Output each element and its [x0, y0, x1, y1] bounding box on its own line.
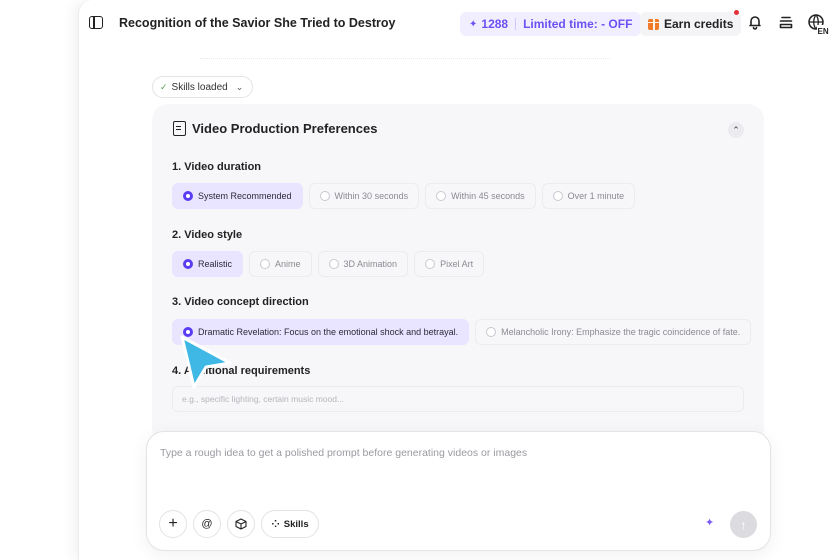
question-label: 3. Video concept direction	[172, 296, 309, 308]
earn-credits-label: Earn credits	[664, 17, 734, 31]
input-placeholder: e.g., specific lighting, certain music m…	[182, 394, 345, 404]
cube-icon[interactable]	[227, 510, 255, 538]
skills-loaded-label: Skills loaded	[171, 81, 228, 93]
outer-backdrop	[0, 0, 78, 560]
card-title: Video Production Preferences	[192, 121, 378, 136]
plus-icon[interactable]: +	[159, 510, 187, 538]
divider	[515, 18, 517, 30]
globe-language-icon[interactable]: EN	[807, 13, 829, 35]
option-within-30-seconds[interactable]: Within 30 seconds	[308, 183, 420, 209]
question-label: 1. Video duration	[172, 161, 262, 173]
option-within-45-seconds[interactable]: Within 45 seconds	[425, 183, 536, 209]
additional-requirements-input[interactable]: e.g., specific lighting, certain music m…	[172, 386, 744, 412]
skills-button[interactable]: ⁘ Skills	[261, 510, 319, 538]
radio-selected-icon	[183, 259, 193, 269]
option-melancholic-irony[interactable]: Melancholic Irony: Emphasize the tragic …	[475, 319, 752, 345]
arrow-up-icon[interactable]: ↑	[730, 511, 757, 538]
card-header: Video Production Preferences	[173, 121, 377, 136]
language-badge: EN	[818, 27, 829, 35]
question-label: 2. Video style	[172, 229, 243, 241]
chevron-up-icon[interactable]: ⌃	[728, 122, 744, 138]
page-title: Recognition of the Savior She Tried to D…	[119, 16, 396, 30]
top-bar: Recognition of the Savior She Tried to D…	[78, 0, 840, 48]
option-label: Realistic	[198, 259, 233, 269]
option-label: Melancholic Irony: Emphasize the tragic …	[501, 327, 741, 337]
option-label: Within 30 seconds	[334, 191, 409, 201]
skills-loaded-chip[interactable]: ✓ Skills loaded ⌄	[152, 76, 254, 98]
promo-text: Limited time: - OFF	[523, 17, 633, 31]
chevron-down-icon: ⌄	[235, 81, 244, 92]
prompt-input[interactable]: Type a rough idea to get a polished prom…	[160, 447, 527, 459]
option-system-recommended[interactable]: System Recommended	[172, 183, 303, 209]
option-pixel-art[interactable]: Pixel Art	[414, 251, 485, 277]
option-label: Within 45 seconds	[451, 191, 525, 201]
option-label: Dramatic Revelation: Focus on the emotio…	[198, 327, 459, 337]
concept-options: Dramatic Revelation: Focus on the emotio…	[172, 319, 752, 345]
video-preferences-card: Video Production Preferences ⌃ 1. Video …	[152, 104, 764, 444]
at-icon[interactable]: @	[193, 510, 221, 538]
credits-count: 1288	[481, 17, 509, 31]
duration-options: System Recommended Within 30 seconds Wit…	[172, 183, 636, 209]
document-icon	[173, 121, 186, 136]
option-realistic[interactable]: Realistic	[172, 251, 244, 277]
radio-icon	[260, 259, 271, 269]
option-label: Over 1 minute	[567, 191, 625, 201]
radio-selected-icon	[183, 191, 193, 201]
layers-icon[interactable]	[777, 13, 797, 33]
option-label: 3D Animation	[343, 259, 398, 269]
option-anime[interactable]: Anime	[249, 251, 312, 277]
skills-label: Skills	[283, 518, 309, 530]
bell-icon[interactable]	[746, 13, 766, 33]
radio-icon	[328, 259, 339, 269]
option-over-1-minute[interactable]: Over 1 minute	[541, 183, 636, 209]
radio-icon	[425, 259, 436, 269]
notification-dot	[734, 10, 739, 15]
credits-button[interactable]: ✦ 1288 Limited time: - OFF	[460, 12, 642, 36]
sparkle-icon[interactable]: ✦	[705, 516, 714, 529]
grid-icon: ⁘	[271, 518, 280, 530]
option-label: Pixel Art	[440, 259, 474, 269]
radio-icon	[436, 191, 447, 201]
gift-icon	[648, 18, 659, 30]
option-3d-animation[interactable]: 3D Animation	[317, 251, 409, 277]
radio-icon	[319, 191, 330, 201]
sidebar-toggle-icon[interactable]	[89, 16, 103, 29]
previous-content-fade	[200, 58, 610, 60]
radio-icon	[486, 327, 497, 337]
radio-icon	[552, 191, 563, 201]
earn-credits-button[interactable]: Earn credits	[640, 12, 742, 36]
option-label: System Recommended	[198, 191, 292, 201]
cursor-pointer-icon	[180, 335, 232, 389]
option-label: Anime	[275, 259, 301, 269]
check-icon: ✓	[160, 81, 168, 92]
prompt-box[interactable]: Type a rough idea to get a polished prom…	[146, 431, 771, 551]
style-options: Realistic Anime 3D Animation Pixel Art	[172, 251, 485, 277]
sparkle-icon: ✦	[469, 18, 478, 30]
